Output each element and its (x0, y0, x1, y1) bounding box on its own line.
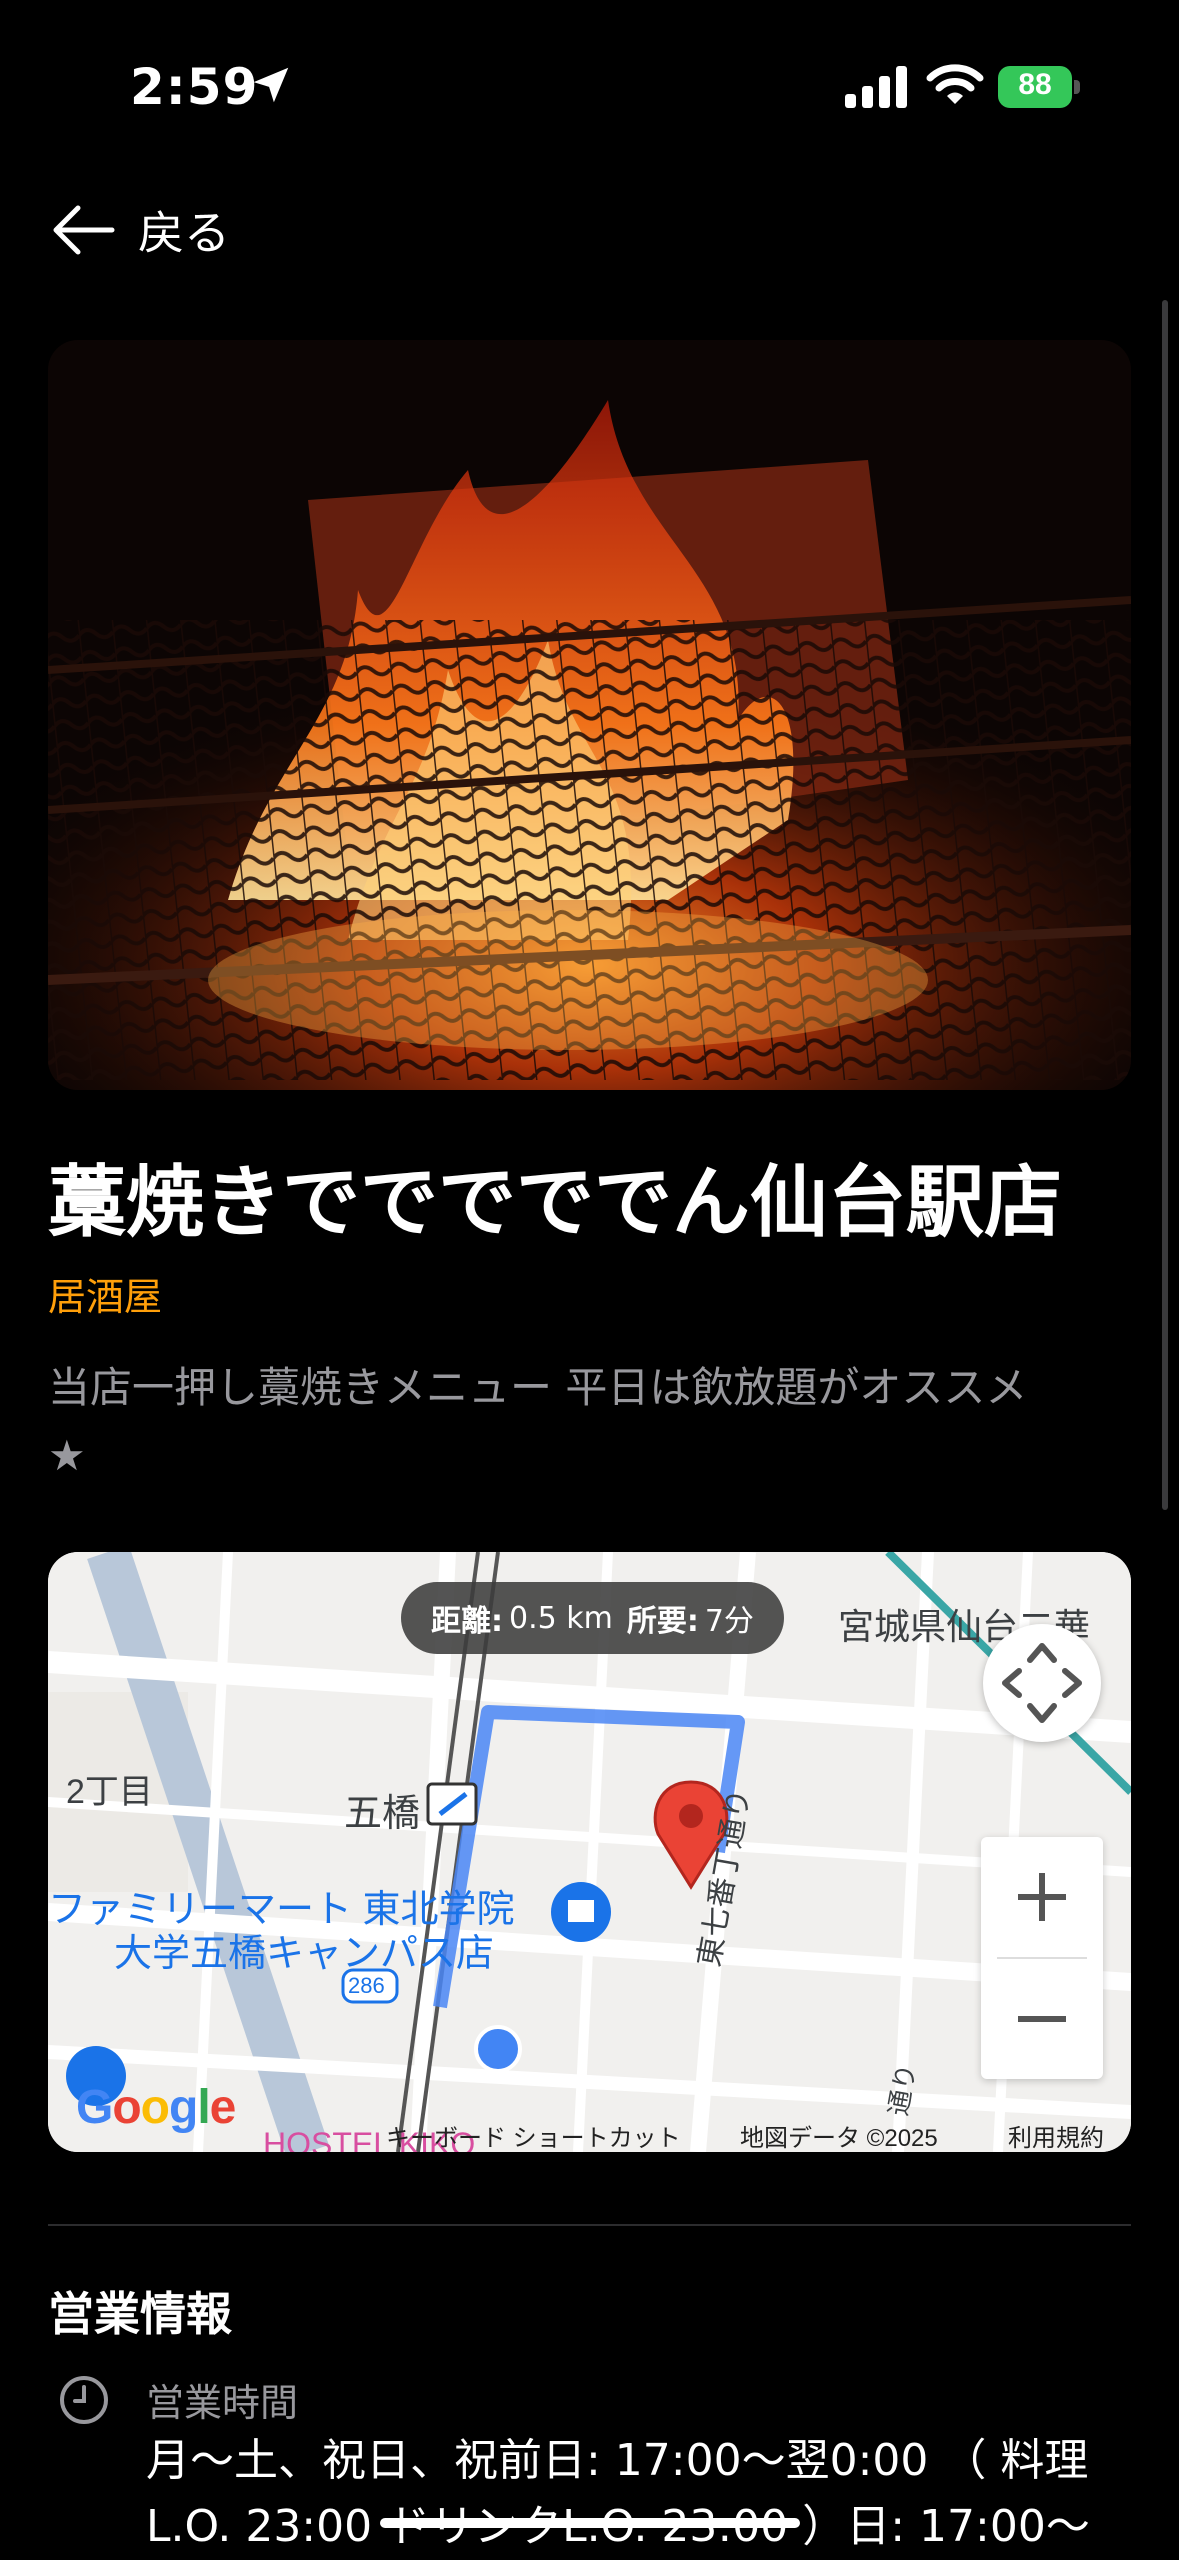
back-label: 戻る (138, 206, 230, 260)
hours-label: 営業時間 (146, 2381, 299, 2425)
zoom-in-button[interactable] (981, 1837, 1103, 1957)
hours-value: 月～土、祝日、祝前日: 17:00～翌0:00 （ 料理L.O. 23:00 ド… (146, 2435, 1090, 2552)
business-info-title: 営業情報 (48, 2287, 232, 2341)
map-keyboard-shortcuts[interactable]: キーボード ショートカット (386, 2118, 681, 2152)
home-indicator[interactable] (380, 2518, 800, 2528)
duration-label: 所要: (626, 1604, 699, 1639)
plus-icon (1018, 1873, 1066, 1921)
map-view[interactable]: 2丁目 五橋 ファミリーマート 東北学院 大学五橋キャンパス店 286 宮城県仙… (48, 1552, 1131, 2152)
divider (48, 2224, 1131, 2226)
fullscreen-arrows-icon (1002, 1643, 1082, 1723)
arrow-left-icon (53, 205, 115, 255)
clock-icon (60, 2376, 108, 2424)
recenter-button[interactable] (983, 1624, 1101, 1742)
google-logo: Google (76, 2081, 236, 2134)
scrollbar[interactable] (1162, 300, 1168, 1510)
map-label-route: 286 (348, 1973, 385, 1998)
battery-indicator: 88 (998, 66, 1080, 108)
zoom-out-button[interactable] (981, 1959, 1103, 2079)
back-button[interactable]: 戻る (50, 192, 270, 268)
map-label-familymart-2[interactable]: 大学五橋キャンパス店 (114, 1922, 494, 1977)
zoom-controls (981, 1837, 1103, 2079)
duration-value: 7分 (704, 1604, 754, 1639)
cellular-signal-icon (845, 66, 907, 108)
store-name: 藁焼きでででででん仙台駅店 (48, 1158, 1063, 1248)
map-label-area: 2丁目 (66, 1773, 153, 1811)
distance-pill: 距離: 0.5 km 所要: 7分 (401, 1582, 784, 1654)
wifi-icon (926, 64, 984, 104)
battery-level: 88 (1018, 68, 1052, 101)
distance-value: 0.5 km (509, 1600, 613, 1636)
map-data-attribution[interactable]: 地図データ ©2025 (740, 2118, 938, 2152)
map-terms-link[interactable]: 利用規約 (1008, 2118, 1104, 2152)
minus-icon (1018, 2016, 1066, 2022)
store-category[interactable]: 居酒屋 (48, 1266, 162, 1321)
distance-label: 距離: (431, 1604, 503, 1639)
status-time: 2:59 (130, 58, 259, 116)
store-photo (48, 340, 1131, 1090)
location-arrow-icon (253, 67, 289, 103)
map-label-station[interactable]: 五橋 (344, 1782, 420, 1837)
store-description: 当店一押し藁焼きメニュー 平日は飲放題がオススメ★ (48, 1363, 1028, 1480)
